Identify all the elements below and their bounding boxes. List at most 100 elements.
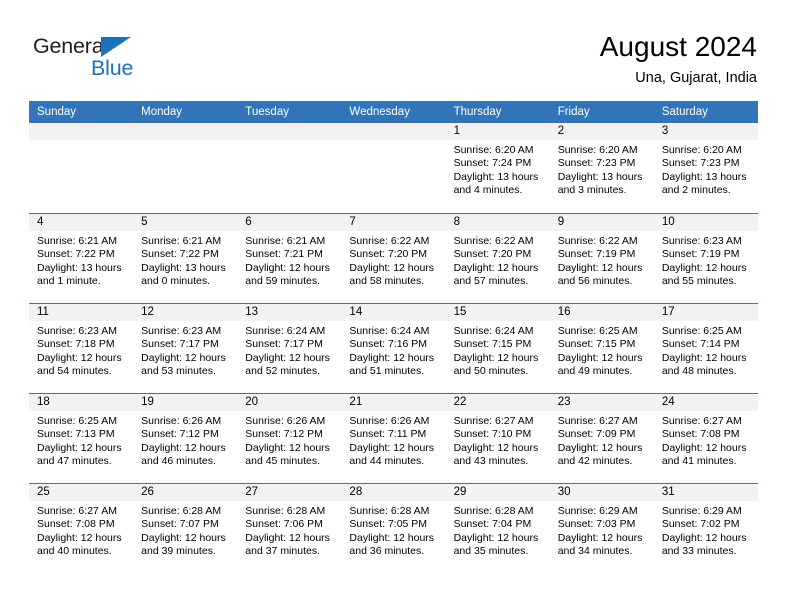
sunset-text: Sunset: 7:04 PM: [453, 518, 532, 531]
calendar-day-cell[interactable]: 29 Sunrise: 6:28 AM Sunset: 7:04 PM Dayligh…: [445, 484, 550, 573]
day-sun-info: Sunrise: 6:25 AM Sunset: 7:14 PM Daylight:…: [654, 321, 758, 379]
daylight-text-line1: Daylight: 12 hours: [453, 531, 539, 544]
sunrise-text: Sunrise: 6:21 AM: [37, 235, 117, 247]
daylight-text-line1: Daylight: 12 hours: [453, 441, 539, 454]
calendar-day-cell[interactable]: 8 Sunrise: 6:22 AM Sunset: 7:20 PM Daylight…: [445, 214, 550, 303]
sunset-text: Sunset: 7:07 PM: [141, 518, 219, 531]
dow-saturday: Saturday: [661, 106, 708, 118]
calendar-day-cell[interactable]: 26 Sunrise: 6:28 AM Sunset: 7:07 PM Dayligh…: [133, 484, 238, 573]
day-number: 7: [341, 214, 446, 231]
calendar-day-cell[interactable]: 19 Sunrise: 6:26 AM Sunset: 7:12 PM Dayligh…: [133, 394, 238, 483]
calendar-day-cell[interactable]: 14 Sunrise: 6:24 AM Sunset: 7:16 PM Dayligh…: [341, 304, 446, 393]
calendar-day-cell[interactable]: 10 Sunrise: 6:23 AM Sunset: 7:19 PM Dayligh…: [653, 214, 758, 303]
calendar-day-cell[interactable]: 31 Sunrise: 6:29 AM Sunset: 7:02 PM Dayligh…: [653, 484, 758, 573]
day-sun-info: Sunrise: 6:21 AM Sunset: 7:21 PM Daylight:…: [237, 231, 341, 289]
sunset-text: Sunset: 7:18 PM: [37, 338, 115, 351]
daylight-text-line2: and 4 minutes.: [453, 184, 523, 197]
day-sun-info: Sunrise: 6:27 AM Sunset: 7:10 PM Daylight:…: [446, 411, 550, 469]
dow-monday: Monday: [141, 106, 183, 118]
daylight-text-line2: and 40 minutes.: [37, 545, 112, 558]
day-sun-info: Sunrise: 6:29 AM Sunset: 7:03 PM Daylight:…: [550, 501, 654, 559]
day-number: [133, 123, 238, 140]
day-number: 13: [237, 304, 342, 321]
calendar-day-cell[interactable]: 16 Sunrise: 6:25 AM Sunset: 7:15 PM Dayligh…: [549, 304, 654, 393]
daylight-text-line1: Daylight: 12 hours: [453, 261, 539, 274]
daylight-text-line2: and 33 minutes.: [661, 545, 737, 558]
day-number: 10: [653, 214, 758, 231]
daylight-text-line1: Daylight: 12 hours: [245, 261, 330, 274]
calendar-day-cell[interactable]: 30 Sunrise: 6:29 AM Sunset: 7:03 PM Dayligh…: [549, 484, 654, 573]
calendar-day-cell[interactable]: 7 Sunrise: 6:22 AM Sunset: 7:20 PM Daylight…: [341, 214, 446, 303]
day-number: 2: [549, 123, 654, 140]
day-sun-info: Sunrise: 6:20 AM Sunset: 7:24 PM Daylight:…: [446, 140, 550, 198]
daylight-text-line2: and 44 minutes.: [349, 455, 425, 468]
sunset-text: Sunset: 7:06 PM: [245, 518, 323, 531]
sunset-text: Sunset: 7:12 PM: [141, 428, 219, 441]
day-sun-info: Sunrise: 6:21 AM Sunset: 7:22 PM Daylight:…: [29, 231, 133, 289]
logo-triangle-icon: [101, 37, 131, 57]
daylight-text-line1: Daylight: 12 hours: [661, 441, 747, 454]
calendar-day-cell[interactable]: 3 Sunrise: 6:20 AM Sunset: 7:23 PM Daylight…: [653, 123, 758, 213]
calendar-day-cell[interactable]: 12 Sunrise: 6:23 AM Sunset: 7:17 PM Dayligh…: [133, 304, 238, 393]
calendar-day-cell[interactable]: 6 Sunrise: 6:21 AM Sunset: 7:21 PM Daylight…: [237, 214, 342, 303]
day-number: 29: [445, 484, 550, 501]
dow-thursday: Thursday: [453, 106, 502, 118]
daylight-text-line2: and 56 minutes.: [557, 275, 633, 288]
calendar-day-cell[interactable]: 24 Sunrise: 6:27 AM Sunset: 7:08 PM Dayligh…: [653, 394, 758, 483]
calendar-day-cell[interactable]: 20 Sunrise: 6:26 AM Sunset: 7:12 PM Dayligh…: [237, 394, 342, 483]
sunset-text: Sunset: 7:15 PM: [453, 338, 532, 351]
calendar-day-cell[interactable]: 9 Sunrise: 6:22 AM Sunset: 7:19 PM Daylight…: [549, 214, 654, 303]
daylight-text-line1: Daylight: 12 hours: [349, 441, 435, 454]
day-number: 21: [341, 394, 446, 411]
daylight-text-line1: Daylight: 12 hours: [349, 261, 435, 274]
sunset-text: Sunset: 7:14 PM: [661, 338, 740, 351]
sunset-text: Sunset: 7:12 PM: [245, 428, 323, 441]
sunrise-text: Sunrise: 6:27 AM: [37, 505, 117, 517]
calendar-day-cell[interactable]: 15 Sunrise: 6:24 AM Sunset: 7:15 PM Dayligh…: [445, 304, 550, 393]
daylight-text-line1: Daylight: 12 hours: [557, 531, 643, 544]
calendar-day-cell[interactable]: 17 Sunrise: 6:25 AM Sunset: 7:14 PM Dayligh…: [653, 304, 758, 393]
daylight-text-line1: Daylight: 12 hours: [141, 531, 226, 544]
day-number: 23: [549, 394, 654, 411]
calendar-day-cell[interactable]: 21 Sunrise: 6:26 AM Sunset: 7:11 PM Dayligh…: [341, 394, 446, 483]
daylight-text-line2: and 42 minutes.: [557, 455, 633, 468]
sunset-text: Sunset: 7:20 PM: [453, 248, 532, 261]
daylight-text-line1: Daylight: 12 hours: [661, 531, 747, 544]
calendar-day-cell[interactable]: 22 Sunrise: 6:27 AM Sunset: 7:10 PM Dayligh…: [445, 394, 550, 483]
dow-wednesday: Wednesday: [349, 106, 410, 118]
calendar-day-cell[interactable]: 4 Sunrise: 6:21 AM Sunset: 7:22 PM Daylight…: [29, 214, 134, 303]
day-number: [341, 123, 446, 140]
calendar-day-cell[interactable]: 25 Sunrise: 6:27 AM Sunset: 7:08 PM Dayligh…: [29, 484, 134, 573]
calendar-day-cell[interactable]: 11 Sunrise: 6:23 AM Sunset: 7:18 PM Dayligh…: [29, 304, 134, 393]
calendar-day-cell[interactable]: 23 Sunrise: 6:27 AM Sunset: 7:09 PM Dayligh…: [549, 394, 654, 483]
day-sun-info: Sunrise: 6:26 AM Sunset: 7:11 PM Daylight:…: [341, 411, 445, 469]
day-sun-info: Sunrise: 6:24 AM Sunset: 7:16 PM Daylight:…: [341, 321, 445, 379]
calendar-day-cell[interactable]: 18 Sunrise: 6:25 AM Sunset: 7:13 PM Dayligh…: [29, 394, 134, 483]
sunrise-text: Sunrise: 6:27 AM: [453, 415, 534, 427]
daylight-text-line1: Daylight: 13 hours: [661, 170, 747, 183]
calendar-day-cell[interactable]: 5 Sunrise: 6:21 AM Sunset: 7:22 PM Daylight…: [133, 214, 238, 303]
day-sun-info: Sunrise: 6:26 AM Sunset: 7:12 PM Daylight:…: [133, 411, 237, 469]
day-number: 17: [653, 304, 758, 321]
calendar-day-cell[interactable]: 27 Sunrise: 6:28 AM Sunset: 7:06 PM Dayligh…: [237, 484, 342, 573]
daylight-text-line2: and 47 minutes.: [37, 455, 112, 468]
daylight-text-line2: and 39 minutes.: [141, 545, 216, 558]
calendar-day-cell[interactable]: 28 Sunrise: 6:28 AM Sunset: 7:05 PM Dayligh…: [341, 484, 446, 573]
day-sun-info: Sunrise: 6:28 AM Sunset: 7:05 PM Daylight:…: [341, 501, 445, 559]
calendar-day-cell[interactable]: 1 Sunrise: 6:20 AM Sunset: 7:24 PM Daylight…: [445, 123, 550, 213]
calendar-day-cell[interactable]: 13 Sunrise: 6:24 AM Sunset: 7:17 PM Dayligh…: [237, 304, 342, 393]
sunset-text: Sunset: 7:21 PM: [245, 248, 323, 261]
daylight-text-line2: and 52 minutes.: [245, 365, 320, 378]
calendar-day-cell-empty: [29, 123, 134, 213]
day-sun-info: Sunrise: 6:23 AM Sunset: 7:19 PM Daylight:…: [654, 231, 758, 289]
day-number: 16: [549, 304, 654, 321]
calendar-day-cell[interactable]: 2 Sunrise: 6:20 AM Sunset: 7:23 PM Daylight…: [549, 123, 654, 213]
daylight-text-line2: and 35 minutes.: [453, 545, 529, 558]
day-sun-info: Sunrise: 6:26 AM Sunset: 7:12 PM Daylight:…: [237, 411, 341, 469]
daylight-text-line1: Daylight: 12 hours: [245, 441, 330, 454]
day-number: 9: [549, 214, 654, 231]
logo-text-general: General: [33, 34, 109, 58]
day-sun-info: Sunrise: 6:24 AM Sunset: 7:17 PM Daylight:…: [237, 321, 341, 379]
page-title: August 2024: [599, 31, 757, 62]
generalblue-logo[interactable]: General Blue: [33, 34, 253, 88]
